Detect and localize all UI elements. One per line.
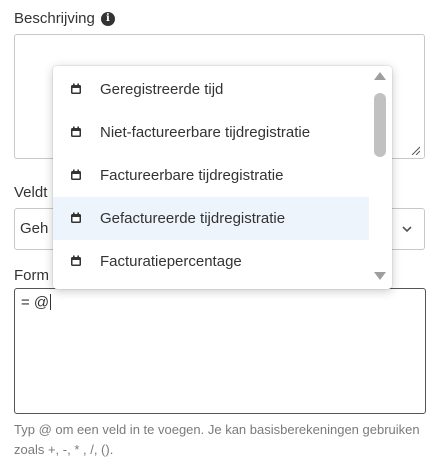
resize-grip-icon[interactable] (410, 145, 420, 155)
calendar-icon (71, 83, 81, 94)
calendar-icon (71, 212, 81, 223)
scroll-up-arrow-icon[interactable] (373, 71, 387, 81)
field-type-label: Veldt (14, 184, 48, 201)
scrollbar-thumb[interactable] (374, 93, 386, 157)
suggestion-item-label: Factureerbare tijdregistratie (100, 167, 284, 184)
suggestion-item[interactable]: Geregistreerde tijd (53, 68, 369, 111)
field-suggestion-dropdown: Geregistreerde tijd Niet-factureerbare ti… (53, 66, 392, 289)
calendar-icon (71, 126, 81, 137)
text-caret (50, 294, 52, 310)
suggestion-item-label: Geregistreerde tijd (100, 81, 224, 98)
suggestion-item[interactable]: Factureerbare tijdregistratie (53, 154, 369, 197)
chevron-down-icon[interactable] (390, 209, 424, 249)
info-icon[interactable]: i (100, 11, 115, 26)
suggestion-item[interactable]: Facturatiepercentage (53, 240, 369, 283)
formula-input[interactable]: = @ (14, 288, 426, 414)
formula-text: = @ (21, 294, 50, 311)
description-label: Beschrijving i (14, 10, 115, 27)
suggestion-item-label: Niet-factureerbare tijdregistratie (100, 124, 311, 141)
suggestion-item[interactable]: Gefactureerde tijdregistratie (53, 197, 369, 240)
calendar-icon (71, 255, 81, 266)
formula-helper-text: Typ @ om een veld in te voegen. Je kan b… (14, 422, 420, 457)
suggestion-item-label: Facturatiepercentage (100, 253, 242, 270)
description-label-text: Beschrijving (14, 10, 95, 27)
calendar-icon (71, 169, 81, 180)
suggestion-item[interactable]: Niet-factureerbare tijdregistratie (53, 111, 369, 154)
field-type-value: Geh (20, 220, 49, 237)
scroll-down-arrow-icon[interactable] (373, 271, 387, 281)
suggestion-item-label: Gefactureerde tijdregistratie (100, 210, 286, 227)
formula-value: = @ (21, 294, 52, 311)
formula-label: Form (14, 267, 49, 284)
